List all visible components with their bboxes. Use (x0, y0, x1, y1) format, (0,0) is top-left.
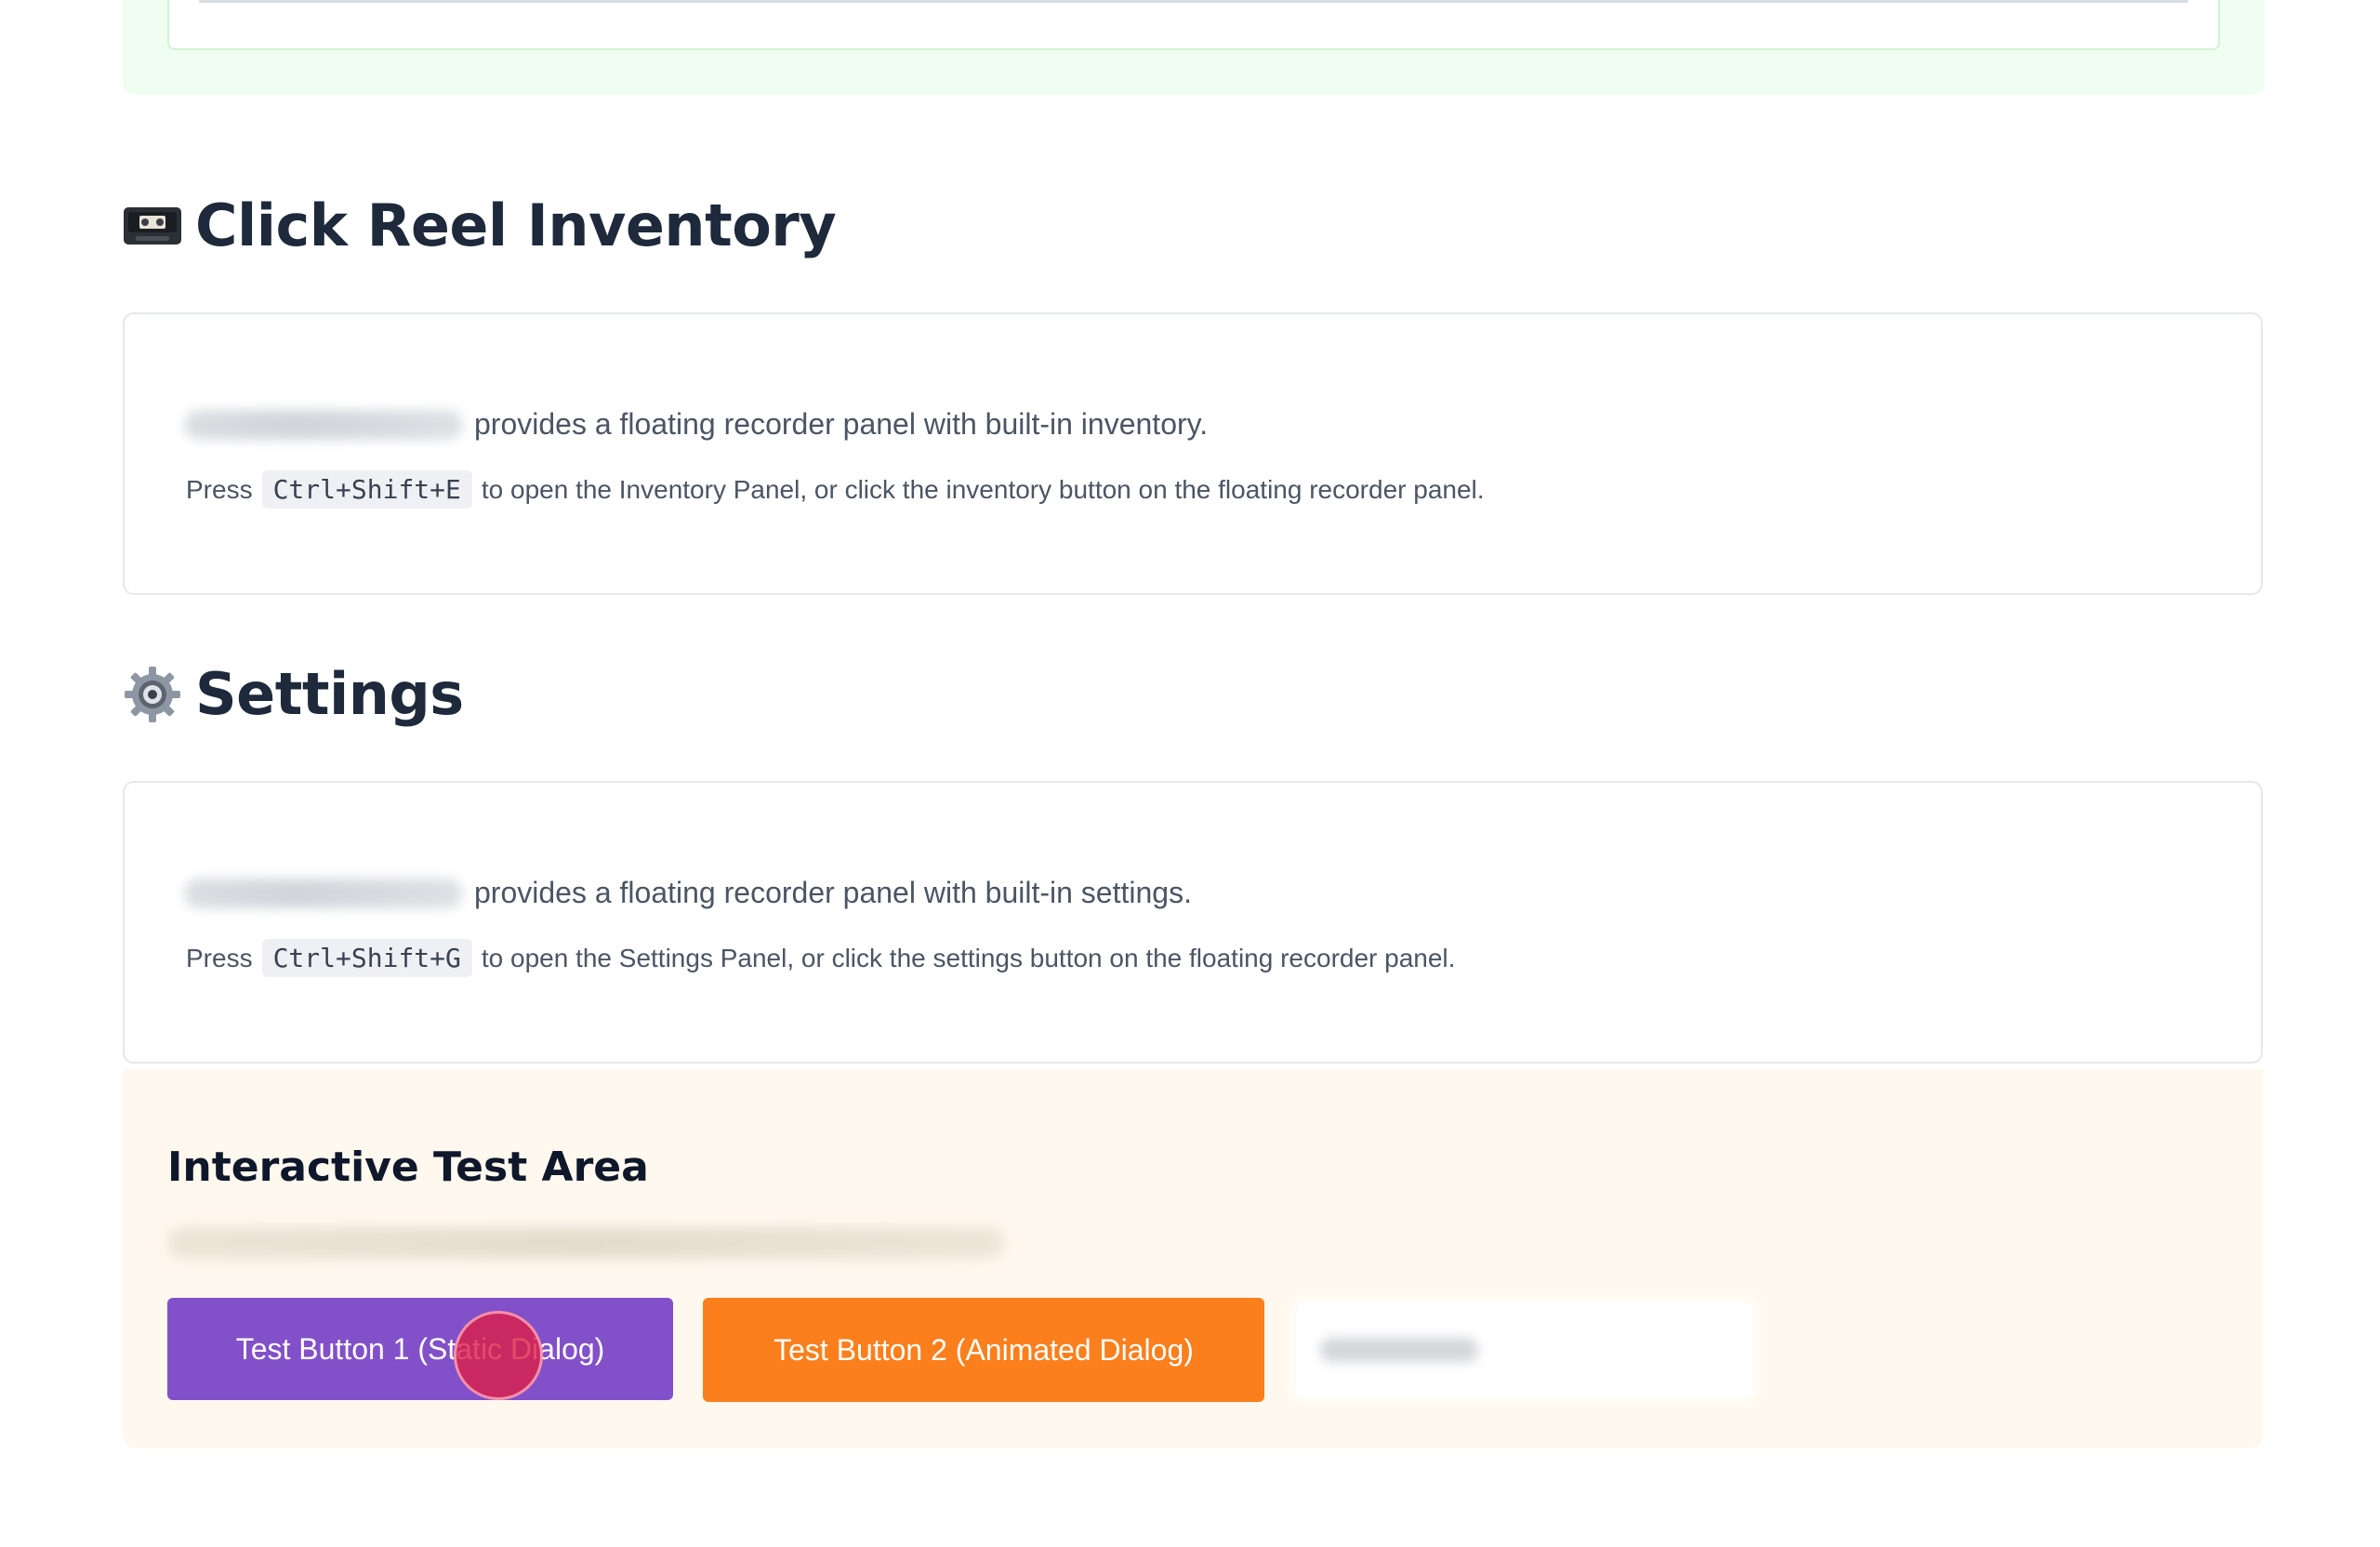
redacted-product-name (184, 409, 463, 440)
inventory-hint: Press Ctrl+Shift+E to open the Inventory… (186, 470, 1485, 509)
test-button-2[interactable]: Test Button 2 (Animated Dialog) (703, 1298, 1264, 1402)
inventory-shortcut: Ctrl+Shift+E (261, 470, 472, 509)
previous-section (123, 0, 2265, 95)
settings-heading: Settings (123, 660, 464, 728)
settings-hint-suffix: to open the Settings Panel, or click the… (481, 943, 1456, 972)
settings-title: Settings (195, 660, 464, 728)
interactive-test-area: Interactive Test Area Test Button 1 (Sta… (123, 1069, 2263, 1448)
inventory-hint-prefix: Press (186, 474, 253, 504)
settings-hint: Press Ctrl+Shift+G to open the Settings … (186, 939, 1455, 977)
gear-icon (123, 665, 182, 724)
divider (199, 0, 2188, 3)
inventory-card: provides a floating recorder panel with … (123, 312, 2263, 595)
redacted-input-placeholder (1320, 1338, 1478, 1362)
inventory-lead: provides a floating recorder panel with … (184, 407, 1208, 442)
inventory-title: Click Reel Inventory (195, 192, 837, 259)
test-text-input[interactable] (1298, 1303, 1752, 1396)
settings-lead: provides a floating recorder panel with … (184, 876, 1192, 910)
test-area-title: Interactive Test Area (167, 1144, 649, 1191)
redacted-test-area-description (167, 1227, 1004, 1259)
inventory-heading: Click Reel Inventory (123, 192, 837, 259)
page: Click Reel Inventory provides a floating… (0, 0, 2380, 1547)
previous-section-card (167, 0, 2220, 50)
settings-hint-prefix: Press (186, 943, 253, 972)
inventory-lead-text: provides a floating recorder panel with … (474, 407, 1209, 441)
settings-card: provides a floating recorder panel with … (123, 781, 2263, 1064)
videocassette-icon (123, 196, 182, 256)
settings-shortcut: Ctrl+Shift+G (261, 939, 472, 977)
settings-lead-text: provides a floating recorder panel with … (474, 876, 1192, 909)
test-button-1[interactable]: Test Button 1 (Static Dialog) (167, 1298, 673, 1400)
redacted-product-name (184, 878, 463, 908)
inventory-hint-suffix: to open the Inventory Panel, or click th… (481, 474, 1485, 504)
